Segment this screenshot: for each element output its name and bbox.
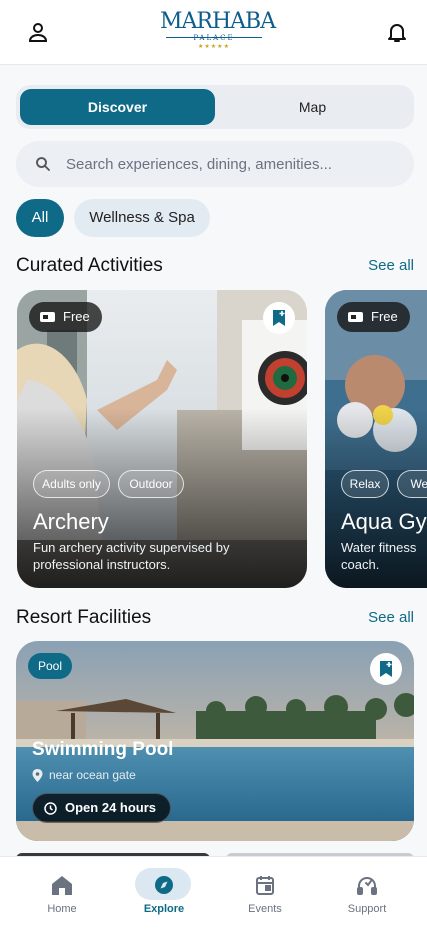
tab-label: Support xyxy=(347,903,387,915)
activity-card-archery[interactable]: Free Adults only Outdoor Archery Fun arc… xyxy=(17,290,307,588)
bell-icon[interactable] xyxy=(385,20,409,44)
resort-facilities-title: Resort Facilities xyxy=(16,607,152,628)
bottom-tab-bar: Home Explore Events Support xyxy=(0,856,427,930)
bookmark-add-icon xyxy=(273,310,285,326)
filter-chip-wellness-spa[interactable]: Wellness & Spa xyxy=(74,199,210,237)
facility-title: Swimming Pool xyxy=(32,739,174,760)
app-logo: MARHABA PALACE ★★★★★ xyxy=(160,9,276,56)
card-description: Fun archery activity supervised by profe… xyxy=(33,540,230,572)
logo-stars: ★★★★★ xyxy=(198,44,230,50)
price-label: Free xyxy=(371,309,398,324)
price-badge: Free xyxy=(29,302,102,332)
clock-icon xyxy=(44,802,57,815)
location-pin-icon xyxy=(32,769,43,782)
facility-category-badge: Pool xyxy=(28,653,73,679)
facility-location-text: near ocean gate xyxy=(49,768,136,782)
ticket-icon xyxy=(348,312,363,322)
tag-relax: Relax xyxy=(341,470,389,498)
card-description: Water fitness coach. xyxy=(341,540,417,572)
facilities-see-all-link[interactable]: See all xyxy=(368,609,414,626)
logo-divider xyxy=(166,37,262,38)
headset-icon xyxy=(357,877,377,895)
facility-card-swimming-pool[interactable]: Pool Swimming Pool near ocean gate Open … xyxy=(16,641,414,841)
facility-hours-text: Open 24 hours xyxy=(65,800,157,815)
tab-events[interactable]: Events xyxy=(215,857,315,930)
facility-location: near ocean gate xyxy=(32,768,136,782)
view-toggle: Discover Map xyxy=(16,85,414,129)
tab-label: Explore xyxy=(143,903,185,915)
tab-explore[interactable]: Explore xyxy=(114,857,214,930)
tag-adults-only: Adults only xyxy=(33,470,110,498)
bookmark-add-icon xyxy=(380,661,392,677)
price-label: Free xyxy=(63,309,90,324)
top-bar: MARHABA PALACE ★★★★★ xyxy=(0,0,427,65)
search-icon xyxy=(36,157,50,171)
bookmark-button[interactable] xyxy=(263,302,295,334)
price-badge: Free xyxy=(337,302,410,332)
map-tab[interactable]: Map xyxy=(215,89,410,125)
tab-home[interactable]: Home xyxy=(12,857,112,930)
discover-tab[interactable]: Discover xyxy=(20,89,215,125)
ticket-icon xyxy=(40,312,55,322)
curated-activities-title: Curated Activities xyxy=(16,255,163,276)
tab-label: Events xyxy=(248,903,282,915)
compass-icon xyxy=(155,876,173,894)
home-icon xyxy=(52,876,72,895)
search-input[interactable]: Search experiences, dining, amenities... xyxy=(66,156,332,173)
facility-hours: Open 24 hours xyxy=(32,793,172,823)
curated-see-all-link[interactable]: See all xyxy=(368,257,414,274)
user-icon[interactable] xyxy=(26,20,50,44)
bookmark-button[interactable] xyxy=(370,653,402,685)
filter-chip-all[interactable]: All xyxy=(16,199,64,237)
search-bar[interactable]: Search experiences, dining, amenities... xyxy=(16,141,414,187)
calendar-icon xyxy=(256,876,274,895)
card-title: Archery xyxy=(33,509,109,534)
card-title: Aqua Gy xyxy=(341,509,427,534)
logo-subtitle: PALACE xyxy=(193,34,235,42)
tab-support[interactable]: Support xyxy=(317,857,417,930)
tag-outdoor: Outdoor xyxy=(118,470,184,498)
logo-word: MARHABA xyxy=(160,9,276,34)
activity-card-aqua-gym[interactable]: Free Relax Well Aqua Gy Water fitness co… xyxy=(325,290,427,588)
tag-wellness: Well xyxy=(397,470,427,498)
tab-label: Home xyxy=(47,903,77,915)
